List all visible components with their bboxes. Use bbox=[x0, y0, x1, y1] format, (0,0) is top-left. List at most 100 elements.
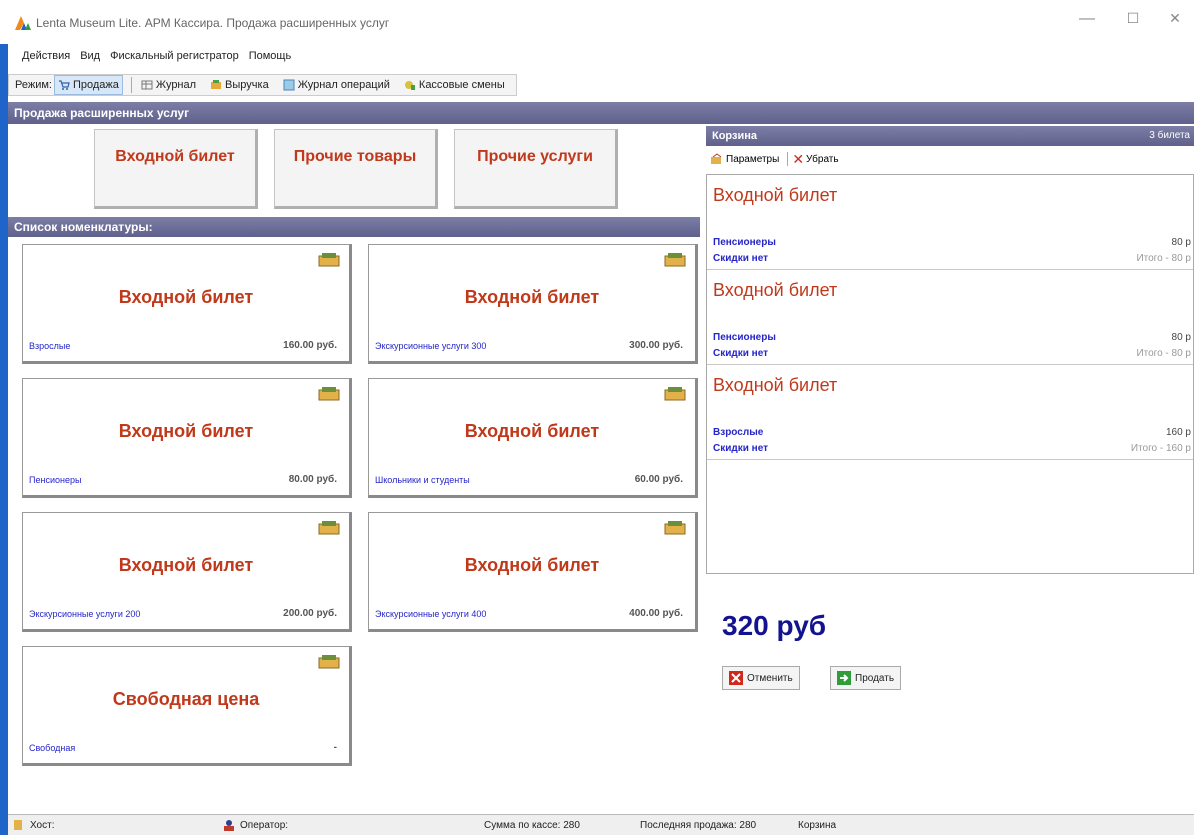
cart-params-label: Параметры bbox=[726, 153, 780, 165]
cart-item[interactable]: Входной билет Взрослые Скидки нет 160 р … bbox=[707, 365, 1193, 460]
app-logo-icon bbox=[15, 16, 31, 30]
toolbar-journal-label: Журнал bbox=[155, 79, 197, 91]
cart-item-price: 80 р bbox=[1171, 237, 1191, 248]
cart-item-price: 80 р bbox=[1171, 332, 1191, 343]
toolbar-operations-log-label: Журнал операций bbox=[297, 79, 390, 91]
product-card[interactable]: Входной билет Экскурсионные услуги 200 200… bbox=[22, 512, 352, 632]
menu-bar: Действия Вид Фискальный регистратор Помо… bbox=[0, 44, 1194, 68]
status-operator: Оператор: bbox=[222, 819, 288, 831]
status-last-sale: Последняя продажа: 280 bbox=[640, 819, 757, 831]
product-card[interactable]: Входной билет Экскурсионные услуги 400 400… bbox=[368, 512, 698, 632]
product-card-title: Входной билет bbox=[118, 421, 254, 441]
ticket-stack-icon bbox=[318, 521, 340, 535]
ticket-stack-icon bbox=[318, 655, 340, 669]
ticket-stack-icon bbox=[664, 521, 686, 535]
status-operator-label: Оператор: bbox=[240, 819, 289, 831]
cart-item-discount: Скидки нет bbox=[713, 443, 769, 454]
category-other-goods-button[interactable]: Прочие товары bbox=[274, 129, 438, 209]
maximize-button[interactable]: ☐ bbox=[1118, 10, 1148, 27]
window-title: Lenta Museum Lite. АРМ Кассира. Продажа … bbox=[36, 16, 390, 30]
menu-actions[interactable]: Действия bbox=[22, 50, 70, 62]
category-other-services-button[interactable]: Прочие услуги bbox=[454, 129, 618, 209]
ticket-stack-icon bbox=[664, 253, 686, 267]
toolbar-revenue-label: Выручка bbox=[225, 79, 269, 91]
ticket-stack-icon bbox=[318, 253, 340, 267]
status-host: Хост: bbox=[12, 819, 54, 831]
sale-section-header: Продажа расширенных услуг bbox=[8, 102, 1194, 124]
operations-log-icon bbox=[283, 79, 295, 91]
revenue-icon bbox=[211, 80, 222, 89]
cart-item[interactable]: Входной билет Пенсионеры Скидки нет 80 р… bbox=[707, 270, 1193, 365]
cart-header-title: Корзина bbox=[712, 130, 757, 142]
product-card-category: Экскурсионные услуги 300 bbox=[375, 341, 487, 351]
cart-item-category: Пенсионеры bbox=[713, 332, 776, 343]
remove-icon: ✕ bbox=[792, 150, 805, 167]
status-host-label: Хост: bbox=[30, 819, 55, 831]
product-card-title: Входной билет bbox=[118, 287, 254, 307]
cart-item-discount: Скидки нет bbox=[713, 348, 769, 359]
ticket-stack-icon bbox=[664, 387, 686, 401]
cart-item-title: Входной билет bbox=[713, 185, 838, 205]
product-card-price: 60.00 руб. bbox=[634, 474, 683, 485]
product-card[interactable]: Входной билет Пенсионеры 80.00 руб. bbox=[22, 378, 352, 498]
product-card-title: Входной билет bbox=[464, 555, 600, 575]
journal-icon bbox=[141, 80, 153, 90]
cart-item[interactable]: Входной билет Пенсионеры Скидки нет 80 р… bbox=[707, 175, 1193, 270]
cart-header: Корзина 3 билета bbox=[706, 126, 1194, 146]
sell-button[interactable]: Продать bbox=[830, 666, 902, 690]
mode-toolbar: Режим: Продажа Журнал Выручка Журнал опе… bbox=[8, 74, 517, 96]
product-card-price: - bbox=[333, 742, 337, 753]
cart-count: 3 билета bbox=[1149, 130, 1190, 141]
cart-item-total: Итого - 80 р bbox=[1136, 253, 1191, 264]
toolbar-operations-log-button[interactable]: Журнал операций bbox=[280, 75, 393, 95]
status-cash-sum: Сумма по кассе: 280 bbox=[484, 819, 580, 831]
category-other-services-label: Прочие услуги bbox=[477, 148, 593, 165]
product-card[interactable]: Входной билет Взрослые 160.00 руб. bbox=[22, 244, 352, 364]
toolbar-cash-shifts-button[interactable]: Кассовые смены bbox=[401, 75, 508, 95]
product-card-price: 400.00 руб. bbox=[629, 608, 683, 619]
cash-shift-icon bbox=[404, 81, 415, 90]
product-card-category: Взрослые bbox=[29, 341, 71, 351]
category-entry-ticket-label: Входной билет bbox=[115, 148, 235, 165]
menu-view[interactable]: Вид bbox=[80, 50, 100, 62]
cancel-button[interactable]: Отменить bbox=[722, 666, 800, 690]
product-card-category: Школьники и студенты bbox=[375, 475, 470, 485]
cart-toolbar-separator bbox=[787, 152, 789, 166]
left-accent-bar bbox=[0, 44, 8, 835]
product-card-category: Экскурсионные услуги 400 bbox=[375, 609, 487, 619]
product-card-category: Экскурсионные услуги 200 bbox=[29, 609, 141, 619]
product-card[interactable]: Свободная цена Свободная - bbox=[22, 646, 352, 766]
minimize-button[interactable]: — bbox=[1072, 10, 1102, 28]
toolbar-revenue-button[interactable]: Выручка bbox=[207, 75, 272, 95]
cart-list[interactable]: Входной билет Пенсионеры Скидки нет 80 р… bbox=[706, 174, 1194, 574]
cart-item-title: Входной билет bbox=[713, 375, 838, 395]
product-card-price: 80.00 руб. bbox=[288, 474, 337, 485]
product-card-title: Свободная цена bbox=[112, 689, 260, 709]
cart-item-title: Входной билет bbox=[713, 280, 838, 300]
cart-remove-label: Убрать bbox=[806, 153, 839, 165]
cart-remove-button[interactable]: ✕ Убрать bbox=[792, 151, 838, 168]
status-cart: Корзина bbox=[798, 819, 837, 831]
mode-label: Режим: bbox=[15, 79, 52, 91]
menu-fiscal-registrator[interactable]: Фискальный регистратор bbox=[110, 50, 239, 62]
product-card-title: Входной билет bbox=[118, 555, 254, 575]
product-card-price: 160.00 руб. bbox=[283, 340, 337, 351]
product-card[interactable]: Входной билет Школьники и студенты 60.00 р… bbox=[368, 378, 698, 498]
status-bar: Хост: Оператор: Сумма по кассе: 280 Посл… bbox=[8, 814, 1194, 835]
product-card-price: 200.00 руб. bbox=[283, 608, 337, 619]
category-entry-ticket-button[interactable]: Входной билет bbox=[94, 129, 258, 209]
toolbar-journal-button[interactable]: Журнал bbox=[138, 75, 199, 95]
cancel-label: Отменить bbox=[747, 672, 793, 684]
cart-total-amount: 320 руб bbox=[722, 610, 827, 641]
menu-help[interactable]: Помощь bbox=[249, 50, 292, 62]
host-icon bbox=[14, 820, 22, 830]
params-icon bbox=[711, 153, 722, 164]
cart-item-category: Пенсионеры bbox=[713, 237, 776, 248]
cart-params-button[interactable]: Параметры bbox=[710, 153, 779, 165]
product-card[interactable]: Входной билет Экскурсионные услуги 300 300… bbox=[368, 244, 698, 364]
product-card-title: Входной билет bbox=[464, 421, 600, 441]
close-button[interactable]: ✕ bbox=[1160, 10, 1190, 27]
toolbar-sale-button[interactable]: Продажа bbox=[53, 75, 123, 95]
sell-arrow-icon bbox=[837, 671, 851, 685]
cart-item-discount: Скидки нет bbox=[713, 253, 769, 264]
